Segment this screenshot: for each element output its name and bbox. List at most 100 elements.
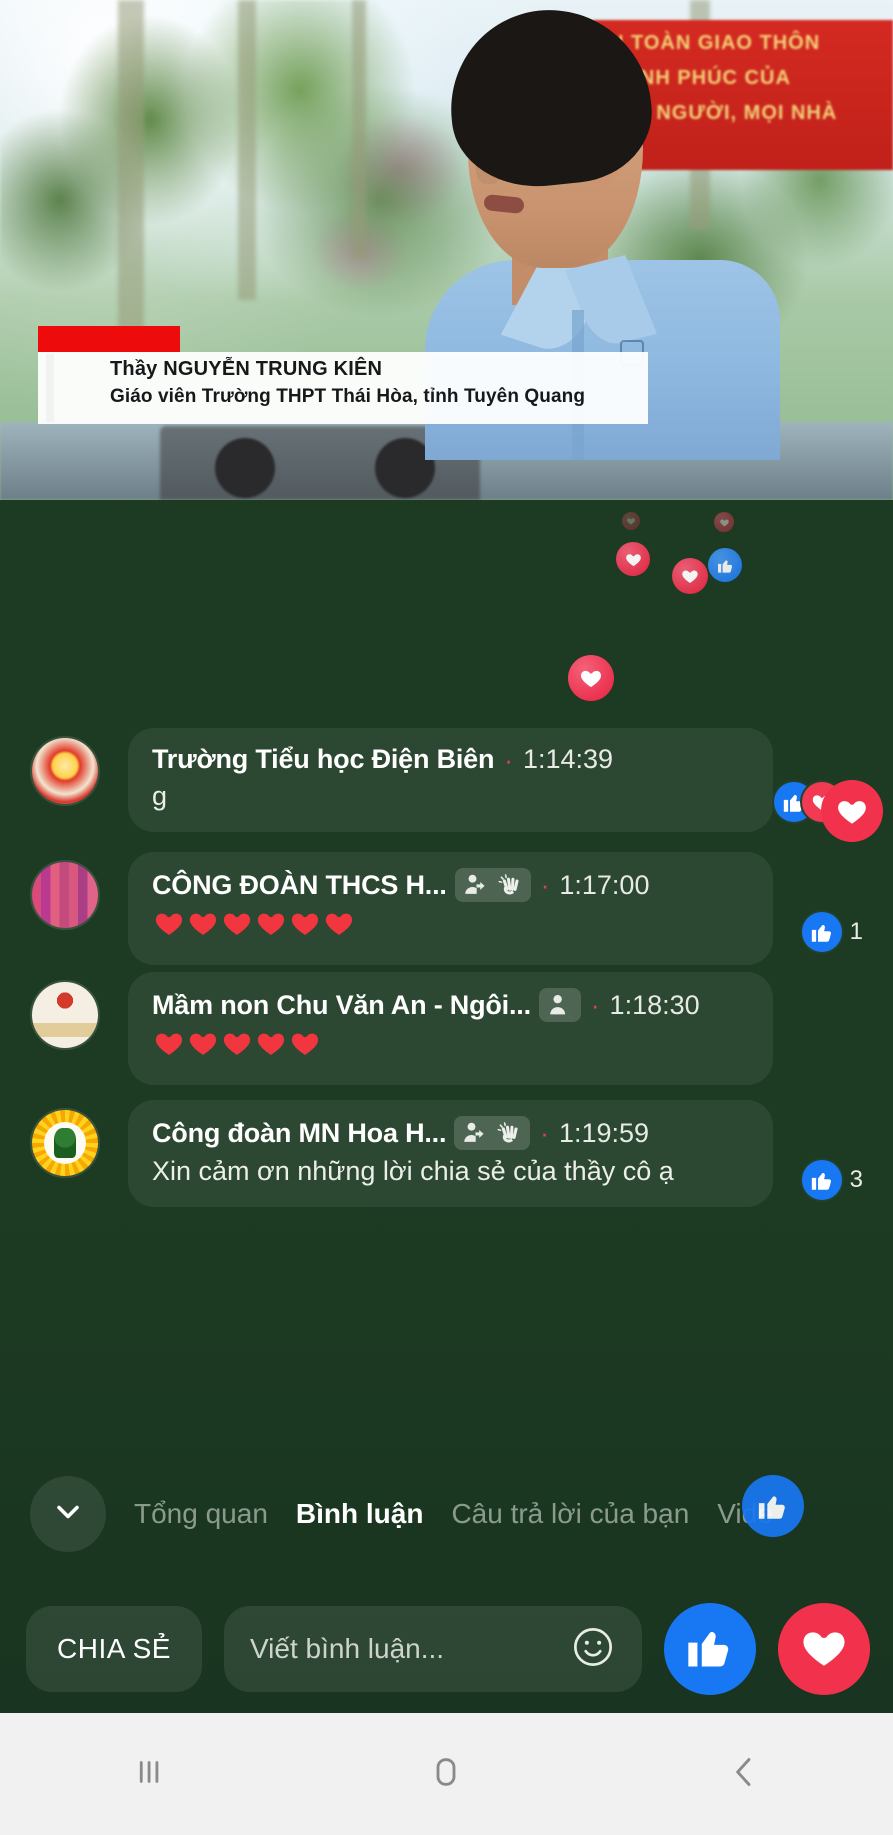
floating-heart-icon [714, 512, 734, 532]
collapse-button[interactable] [30, 1476, 106, 1552]
comment-timestamp: 1:19:59 [559, 1118, 649, 1149]
comment-bubble[interactable]: Trường Tiểu học Điện Biên·1:14:39g [128, 728, 773, 832]
comment-timestamp: 1:17:00 [559, 870, 649, 901]
heart-icon [680, 566, 700, 586]
clapping-hands-icon [496, 871, 524, 899]
comment-item[interactable]: Trường Tiểu học Điện Biên·1:14:39g3 [0, 728, 893, 832]
comment-badges [454, 1116, 530, 1150]
comment-item[interactable]: CÔNG ĐOÀN THCS H... · 1:17:00 1 [0, 852, 893, 965]
caption-role: Giáo viên Trường THPT Thái Hòa, tỉnh Tuy… [110, 386, 585, 408]
share-person-icon [462, 871, 490, 899]
comment-body: Xin cảm ơn những lời chia sẻ của thầy cô… [152, 1154, 749, 1189]
love-button[interactable] [778, 1603, 870, 1695]
chevron-down-icon [50, 1494, 86, 1535]
home-button[interactable] [386, 1734, 506, 1814]
heart-icon [719, 517, 730, 528]
reaction-count: 3 [850, 1166, 863, 1194]
home-icon [426, 1752, 466, 1797]
clapping-hands-icon [496, 871, 524, 899]
heart-icon [322, 906, 356, 940]
avatar[interactable] [30, 980, 100, 1050]
avatar[interactable] [30, 1108, 100, 1178]
tab-3[interactable]: Câu trả lời của bạn [451, 1498, 689, 1530]
separator-dot: · [541, 872, 550, 898]
floating-heart-icon [821, 780, 883, 842]
reaction-count: 1 [850, 918, 863, 946]
heart-icon [254, 906, 288, 940]
heart-icon [152, 906, 186, 940]
tab-2[interactable]: Bình luận [296, 1498, 424, 1530]
share-button-label: CHIA SẺ [57, 1633, 171, 1665]
share-person-icon [461, 1119, 489, 1147]
comment-composer[interactable]: CHIA SẺ Viết bình luận... [0, 1585, 893, 1713]
comment-author[interactable]: Mầm non Chu Văn An - Ngôi... [152, 990, 531, 1021]
person-icon [546, 991, 574, 1019]
caption-name: Thầy NGUYỄN TRUNG KIÊN [110, 358, 382, 381]
comment-item[interactable]: Mầm non Chu Văn An - Ngôi...·1:18:30 [0, 972, 893, 1085]
comment-badges [539, 988, 581, 1022]
comment-input[interactable]: Viết bình luận... [224, 1606, 642, 1692]
smiley-icon[interactable] [570, 1624, 616, 1675]
comment-author[interactable]: Công đoàn MN Hoa H... [152, 1118, 446, 1149]
tree-trunk [118, 0, 144, 330]
share-person-icon [461, 1119, 489, 1147]
floating-like-icon [708, 548, 742, 582]
comment-bubble[interactable]: Mầm non Chu Văn An - Ngôi...·1:18:30 [128, 972, 773, 1085]
heart-icon [578, 665, 604, 691]
comment-bubble[interactable]: CÔNG ĐOÀN THCS H... · 1:17:00 [128, 852, 773, 965]
heart-icon [288, 906, 322, 940]
reaction-like-icon [800, 910, 844, 954]
reaction-summary[interactable]: 3 [800, 1158, 863, 1202]
comment-header: Mầm non Chu Văn An - Ngôi...·1:18:30 [152, 988, 749, 1022]
comment-body: g [152, 779, 749, 814]
tree-trunk [238, 0, 256, 300]
video-player[interactable]: N TOÀN GIAO THÔN HẠNH PHÚC CỦA MỌI NGƯỜI… [0, 0, 893, 500]
recents-button[interactable] [89, 1734, 209, 1814]
heart-icon [220, 906, 254, 940]
share-person-icon [462, 871, 490, 899]
android-navigation-bar[interactable] [0, 1713, 893, 1835]
back-button[interactable] [684, 1734, 804, 1814]
floating-heart-icon [616, 542, 650, 576]
recents-icon [129, 1752, 169, 1797]
thumbs-up-icon [716, 556, 735, 575]
lower-third-red-block [38, 326, 180, 352]
lower-third-caption: Thầy NGUYỄN TRUNG KIÊN Giáo viên Trường … [38, 326, 648, 424]
separator-dot: · [504, 747, 513, 773]
share-button[interactable]: CHIA SẺ [26, 1606, 202, 1692]
separator-dot: · [540, 1120, 549, 1146]
floating-heart-icon [672, 558, 708, 594]
comment-body [152, 1026, 749, 1067]
comment-header: CÔNG ĐOÀN THCS H... · 1:17:00 [152, 868, 749, 902]
avatar[interactable] [30, 860, 100, 930]
floating-heart-icon [568, 655, 614, 701]
avatar[interactable] [30, 736, 100, 806]
truck-wheel [215, 438, 275, 498]
comment-bubble[interactable]: Công đoàn MN Hoa H... · 1:19:59 Xin cảm ơn … [128, 1100, 773, 1207]
comment-item[interactable]: Công đoàn MN Hoa H... · 1:19:59 Xin cảm ơn … [0, 1100, 893, 1207]
reaction-icon-stack [800, 910, 844, 954]
heart-icon [220, 1026, 254, 1060]
tab-1[interactable]: Tổng quan [134, 1498, 268, 1530]
comment-author[interactable]: CÔNG ĐOÀN THCS H... [152, 870, 447, 901]
heart-icon [834, 793, 870, 829]
heart-icon [152, 1026, 186, 1060]
floating-like-reaction [742, 1475, 804, 1537]
thumbs-up-icon [756, 1489, 790, 1523]
heart-icon [624, 550, 643, 569]
thumbs-up-icon [809, 1167, 835, 1193]
lower-third-accent-bar [46, 354, 54, 422]
comment-header: Trường Tiểu học Điện Biên·1:14:39 [152, 744, 749, 775]
person-icon [546, 991, 574, 1019]
reaction-icon-stack [800, 1158, 844, 1202]
heart-icon [288, 1026, 322, 1060]
like-button[interactable] [664, 1603, 756, 1695]
comment-author[interactable]: Trường Tiểu học Điện Biên [152, 744, 494, 775]
phone-screen: N TOÀN GIAO THÔN HẠNH PHÚC CỦA MỌI NGƯỜI… [0, 0, 893, 1835]
reaction-summary[interactable]: 1 [800, 910, 863, 954]
comment-badges [455, 868, 531, 902]
tab-items[interactable]: Tổng quanBình luậnCâu trả lời của bạnVid… [134, 1498, 773, 1530]
thumbs-up-icon [809, 919, 835, 945]
comment-timestamp: 1:18:30 [610, 990, 700, 1021]
heart-icon [186, 906, 220, 940]
